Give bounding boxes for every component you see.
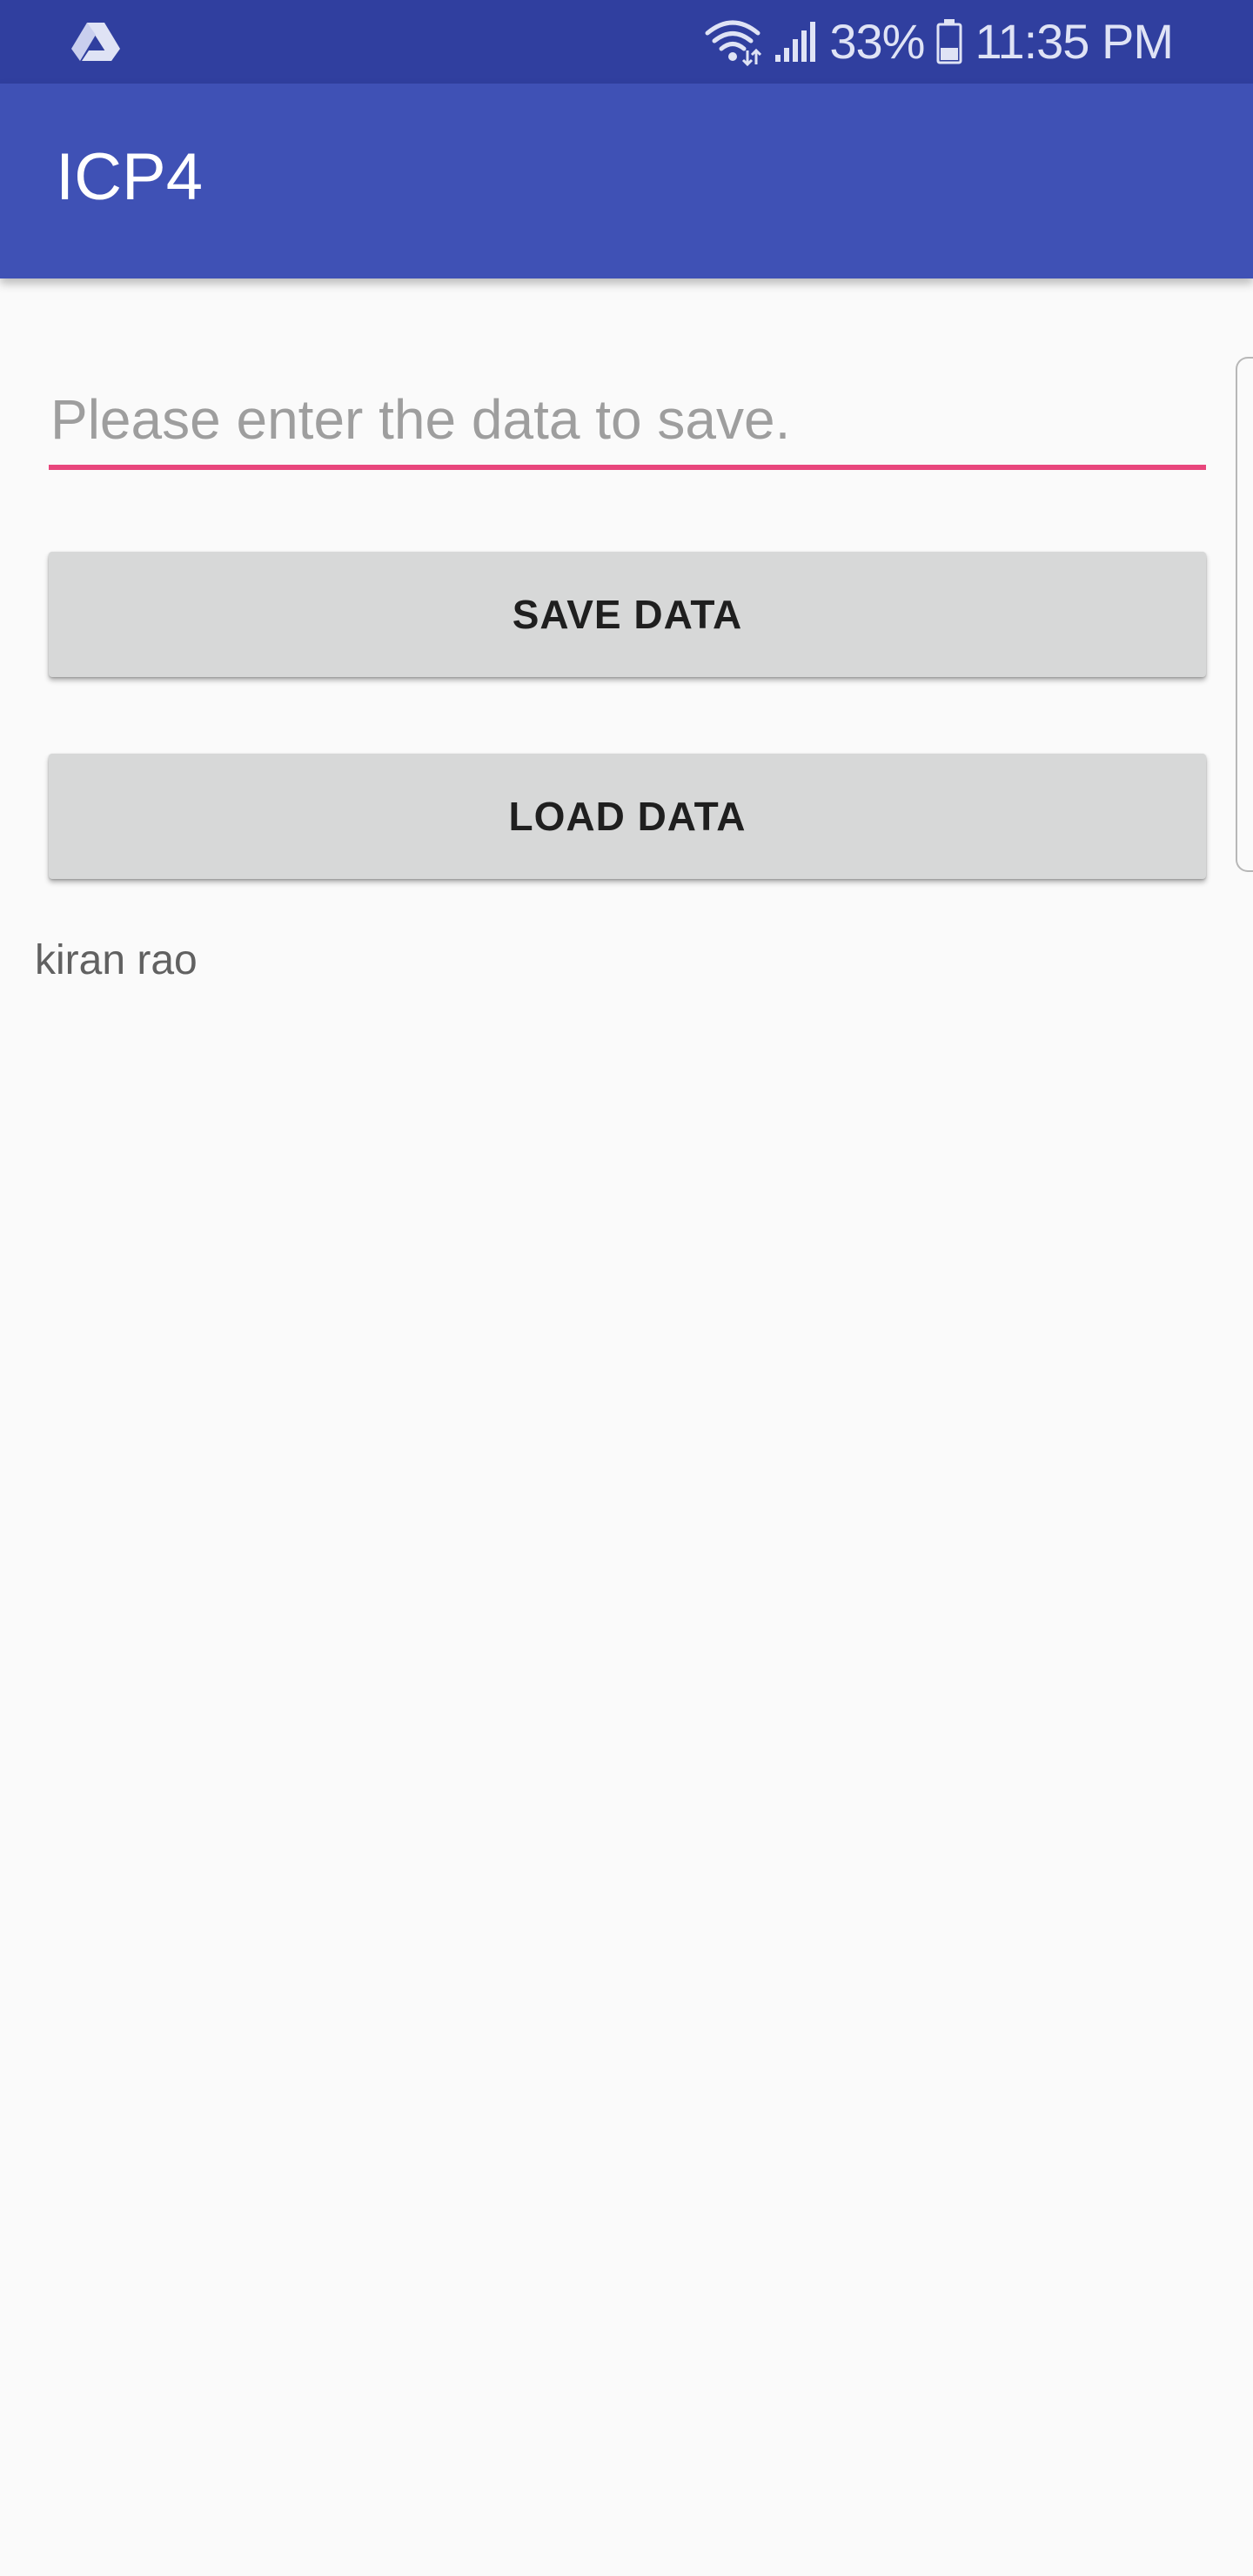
battery-percent: 33% [829, 14, 925, 69]
wifi-icon [704, 17, 762, 66]
clock: 11:35 PM [975, 14, 1174, 69]
app-bar: ICP4 [0, 84, 1253, 278]
data-input-field[interactable] [49, 374, 1206, 472]
loaded-data-text: kiran rao [35, 937, 198, 983]
battery-icon [936, 19, 962, 64]
input-underline [49, 465, 1206, 470]
status-bar: 33% 11:35 PM [0, 0, 1253, 84]
status-icons: 33% 11:35 PM [704, 0, 1174, 84]
edge-panel-handle[interactable] [1236, 357, 1253, 872]
drive-icon [71, 21, 120, 61]
app-title: ICP4 [56, 140, 203, 214]
signal-icon [774, 20, 817, 64]
save-data-button[interactable]: SAVE DATA [49, 552, 1206, 677]
load-data-button[interactable]: LOAD DATA [49, 754, 1206, 879]
data-input[interactable] [49, 374, 1206, 465]
